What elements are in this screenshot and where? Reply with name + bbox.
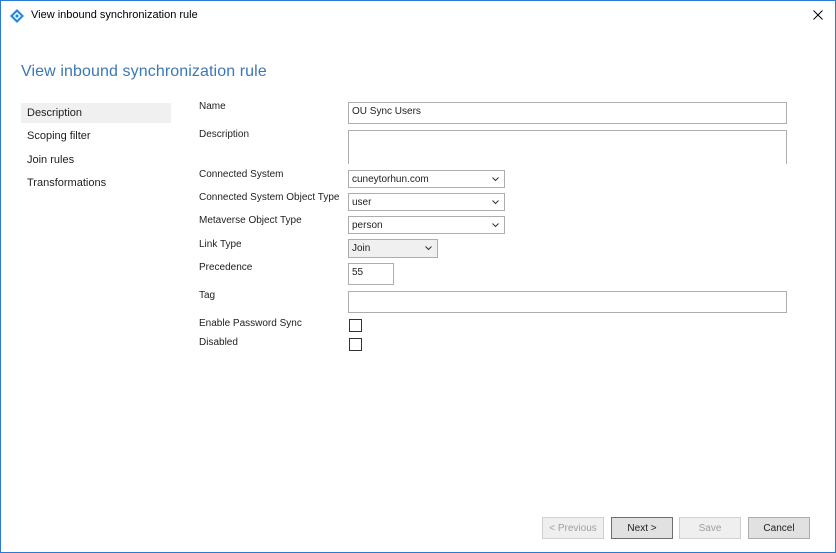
nav-item-transformations[interactable]: Transformations	[21, 173, 171, 193]
nav-item-join-rules[interactable]: Join rules	[21, 150, 171, 170]
cs-object-type-label: Connected System Object Type	[199, 192, 340, 203]
description-label: Description	[199, 129, 250, 140]
chevron-down-icon	[492, 200, 499, 205]
link-type-select[interactable]: Join	[348, 239, 438, 258]
next-button[interactable]: Next >	[611, 517, 673, 539]
save-button[interactable]: Save	[679, 517, 741, 539]
mv-object-type-select[interactable]: person	[348, 216, 505, 234]
azure-ad-connect-icon	[10, 9, 24, 23]
close-button[interactable]	[805, 3, 831, 27]
disabled-checkbox[interactable]	[349, 338, 362, 351]
chevron-down-icon	[492, 223, 499, 228]
name-field[interactable]: OU Sync Users	[348, 102, 787, 124]
mv-object-type-value: person	[352, 220, 383, 231]
cs-object-type-value: user	[352, 197, 372, 208]
title-bar: View inbound synchronization rule	[1, 1, 835, 31]
precedence-field[interactable]: 55	[348, 263, 394, 285]
nav-item-description[interactable]: Description	[21, 103, 171, 123]
close-icon	[813, 10, 823, 20]
precedence-label: Precedence	[199, 262, 253, 273]
previous-button[interactable]: < Previous	[542, 517, 604, 539]
chevron-down-icon	[492, 177, 499, 182]
link-type-label: Link Type	[199, 239, 242, 250]
window-title: View inbound synchronization rule	[31, 9, 198, 21]
dialog-window: View inbound synchronization rule View i…	[0, 0, 836, 553]
mv-object-type-label: Metaverse Object Type	[199, 215, 302, 226]
cs-object-type-select[interactable]: user	[348, 193, 505, 211]
tag-label: Tag	[199, 290, 216, 301]
chevron-down-icon	[425, 246, 432, 251]
tag-field[interactable]	[348, 291, 787, 313]
nav-item-scoping-filter[interactable]: Scoping filter	[21, 126, 171, 146]
page-title: View inbound synchronization rule	[21, 63, 267, 80]
enable-password-sync-checkbox[interactable]	[349, 319, 362, 332]
connected-system-label: Connected System	[199, 169, 284, 180]
disabled-label: Disabled	[199, 337, 238, 348]
connected-system-value: cuneytorhun.com	[352, 174, 429, 185]
name-label: Name	[199, 101, 226, 112]
link-type-value: Join	[352, 243, 371, 254]
enable-password-sync-label: Enable Password Sync	[199, 318, 302, 329]
cancel-button[interactable]: Cancel	[748, 517, 810, 539]
wizard-nav: Description Scoping filter Join rules Tr…	[21, 103, 171, 196]
connected-system-select[interactable]: cuneytorhun.com	[348, 170, 505, 188]
description-field[interactable]	[348, 130, 787, 164]
